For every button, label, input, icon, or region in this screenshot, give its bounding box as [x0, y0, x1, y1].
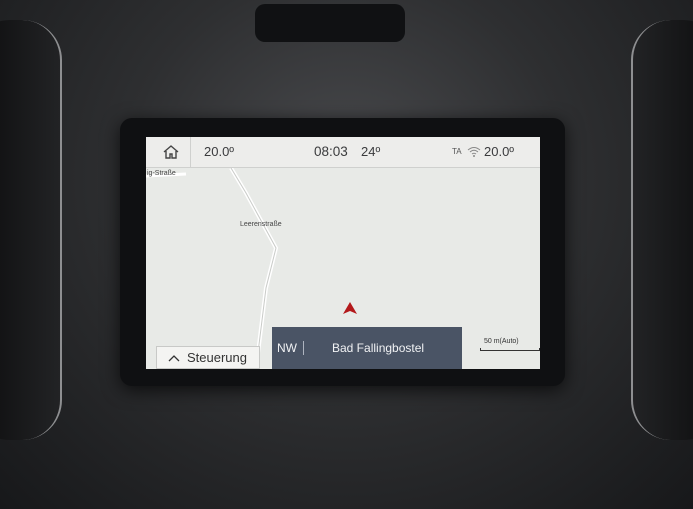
home-icon [163, 145, 179, 159]
scale-bar [480, 348, 540, 351]
traffic-announcement-indicator: TA [452, 147, 462, 156]
wifi-icon [467, 147, 481, 157]
dashboard-slot [255, 4, 405, 42]
chevron-up-icon [168, 354, 180, 361]
map-scale[interactable]: 50 m(Auto) [480, 337, 540, 351]
street-label: ig-Straße [147, 170, 176, 177]
street-label: Leerenstraße [240, 221, 282, 228]
heading-direction: NW [277, 341, 304, 355]
home-button[interactable] [152, 137, 191, 167]
driver-temperature[interactable]: 20.0º [204, 144, 234, 159]
right-air-vent [631, 20, 693, 440]
navigation-arrow-icon [343, 302, 357, 314]
outside-temperature: 24º [361, 144, 381, 159]
steering-label: Steuerung [187, 350, 247, 365]
steering-controls-button[interactable]: Steuerung [156, 346, 260, 369]
destination-bar[interactable]: NW Bad Fallingbostel [272, 327, 462, 369]
left-air-vent [0, 20, 62, 440]
status-bar: 20.0º 08:03 24º TA 20.0º [146, 137, 540, 168]
current-location-name: Bad Fallingbostel [332, 341, 425, 355]
scale-label: 50 m(Auto) [484, 338, 519, 345]
infotainment-screen: 20.0º 08:03 24º TA 20.0º ig-Straße Leere… [146, 137, 540, 369]
clock: 08:03 [314, 144, 348, 159]
passenger-temperature[interactable]: 20.0º [484, 144, 514, 159]
